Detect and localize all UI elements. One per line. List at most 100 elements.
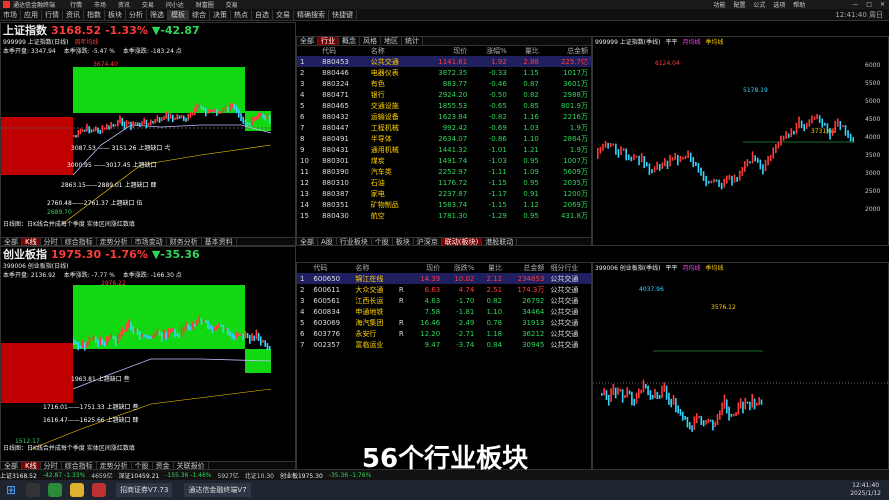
tab[interactable]: 联动(板块) (441, 238, 483, 245)
sector-row[interactable]: 12 880310 石油 1176.72 -1.15 0.95 2035万 (297, 177, 591, 188)
system-clock[interactable]: 12:41:40 2025/1/12 (850, 482, 881, 498)
tab[interactable]: K线 (22, 462, 41, 469)
toolbar-item[interactable]: 交易 (273, 9, 294, 20)
toolbar-item[interactable]: 综合 (189, 9, 210, 20)
col-pct[interactable]: 涨跌% (443, 263, 477, 273)
toolbar-item[interactable]: 精确搜索 (294, 9, 329, 20)
quarter-kline-cyb[interactable]: 4037.96 3576.12 (593, 273, 889, 463)
sector-row[interactable]: 5 880465 交通设施 1855.53 -0.65 0.85 801.9万 (297, 100, 591, 111)
col-pct[interactable]: 涨幅% (470, 46, 510, 56)
menu-item[interactable]: 行情 (70, 2, 82, 9)
sector-row[interactable]: 9 880431 通用机械 1441.32 -1.01 1.21 1.9万 (297, 144, 591, 155)
tab[interactable]: 分时 (41, 462, 62, 469)
sector-row[interactable]: 1 880453 公共交通 1141.61 1.92 2.88 225.7亿 (297, 56, 591, 67)
toolbar-item[interactable]: 指数 (84, 9, 105, 20)
folder-icon[interactable] (70, 483, 85, 497)
toolbar-item[interactable]: 快捷键 (329, 9, 357, 20)
tab-all[interactable]: 全部 (297, 37, 318, 45)
tab[interactable]: 全部 (1, 462, 22, 469)
tab[interactable]: 沪深京 (414, 238, 442, 245)
config-menu[interactable]: 选项 (773, 2, 785, 9)
col-code[interactable]: 代码 (310, 263, 352, 273)
toolbar-item[interactable]: 自选 (252, 9, 273, 20)
tab-region[interactable]: 地区 (381, 37, 402, 45)
sector-row[interactable]: 10 880301 煤炭 1491.74 -1.03 0.95 1007万 (297, 155, 591, 166)
config-menu[interactable]: 公式 (753, 2, 765, 9)
col-name[interactable]: 名称 (368, 46, 419, 56)
tab[interactable]: 港股联动 (482, 238, 518, 245)
toolbar-item[interactable]: 模板 (168, 9, 189, 20)
tab[interactable]: 个股 (132, 462, 153, 469)
stock-row[interactable]: 5 603069 海汽集团 R 16.46 -2.49 0.78 31913 公共交通 (297, 317, 591, 328)
sector-row[interactable]: 4 880471 银行 2924.20 -0.50 0.82 2988万 (297, 89, 591, 100)
sector-row[interactable]: 3 880324 有色 883.77 -0.46 0.87 3601万 (297, 78, 591, 89)
tab[interactable]: 全部 (1, 238, 22, 245)
tab[interactable]: K线 (22, 238, 41, 245)
taskbar-app[interactable]: 通达信金融终端V7 (184, 483, 251, 497)
tab[interactable]: 关联报价 (174, 462, 209, 469)
toolbar-item[interactable]: 分析 (126, 9, 147, 20)
stock-row[interactable]: 7 002357 富临运业 9.47 -3.74 0.84 30945 公共交通 (297, 339, 591, 350)
tab[interactable]: 市场变动 (132, 238, 167, 245)
menu-item[interactable]: 财富圈 (196, 2, 214, 9)
tab[interactable]: 行业板块 (337, 238, 372, 245)
browser-icon[interactable] (48, 483, 63, 497)
tab[interactable]: 板块 (393, 238, 414, 245)
tab-concept[interactable]: 概念 (339, 37, 360, 45)
tab[interactable]: 资金 (153, 462, 174, 469)
stock-row[interactable]: 2 600611 大众交通 R 6.63 4.74 2.51 174.3万 公共交通 (297, 284, 591, 295)
col-name[interactable]: 名称 (352, 263, 396, 273)
menu-item[interactable]: 问小达 (166, 2, 184, 9)
tab[interactable]: 综合指标 (62, 238, 97, 245)
toolbar-item[interactable]: 热点 (231, 9, 252, 20)
search-icon[interactable] (26, 483, 41, 497)
toolbar-item[interactable]: 筛选 (147, 9, 168, 20)
app-icon[interactable] (92, 483, 107, 497)
config-menu[interactable]: 配置 (733, 2, 745, 9)
tab-industry[interactable]: 行业 (318, 37, 339, 45)
taskbar-app[interactable]: 招商证券V7.73 (116, 483, 173, 497)
tab-stats[interactable]: 统计 (402, 37, 423, 45)
toolbar-item[interactable]: 行情 (42, 9, 63, 20)
menu-item[interactable]: 交易 (142, 2, 154, 9)
stock-row[interactable]: 4 600834 申通地铁 7.58 -1.81 1.10 34464 公共交通 (297, 306, 591, 317)
menu-item[interactable]: 市场 (94, 2, 106, 9)
maximize-icon[interactable]: □ (866, 1, 872, 8)
sector-row[interactable]: 14 880351 矿物制品 1583.74 -1.15 1.12 2069万 (297, 199, 591, 210)
toolbar-item[interactable]: 市场 (0, 9, 21, 20)
tab-style[interactable]: 风格 (360, 37, 381, 45)
sector-row[interactable]: 6 880432 运输设备 1623.84 -0.82 1.16 2216万 (297, 111, 591, 122)
col-ratio[interactable]: 量比 (477, 263, 505, 273)
tab[interactable]: 分时 (41, 238, 62, 245)
col-price[interactable]: 现价 (418, 46, 470, 56)
tab[interactable]: 财务分析 (167, 238, 202, 245)
tab[interactable]: 基本资料 (202, 238, 237, 245)
start-icon[interactable]: ⊞ (6, 483, 16, 497)
tab[interactable]: 综合指标 (62, 462, 97, 469)
stock-row[interactable]: 1 600650 锦江在线 14.39 10.02 2.12 234853 公共交通 (297, 273, 591, 284)
sector-row[interactable]: 2 880446 电器仪表 3872.35 -0.33 1.15 1017万 (297, 67, 591, 78)
config-menu[interactable]: 帮助 (793, 2, 805, 9)
tab[interactable]: 走势分析 (97, 238, 132, 245)
kline-chart-sh[interactable]: 3674.40 2689.70 3087.53 —— 3151.26 上翘缺口 … (1, 55, 296, 235)
toolbar-item[interactable]: 应用 (21, 9, 42, 20)
toolbar-item[interactable]: 资讯 (63, 9, 84, 20)
sector-row[interactable]: 7 880447 工程机械 992.42 -0.69 1.03 1.9万 (297, 122, 591, 133)
tab[interactable]: 全部 (297, 238, 318, 245)
tab[interactable]: 个股 (372, 238, 393, 245)
col-code[interactable]: 代码 (319, 46, 368, 56)
minimize-icon[interactable]: — (852, 1, 858, 8)
stock-row[interactable]: 3 600561 江西长运 R 4.63 -1.70 0.82 26792 公共交通 (297, 295, 591, 306)
tab[interactable]: A股 (318, 238, 337, 245)
menu-item[interactable]: 交易 (226, 2, 238, 9)
sector-row[interactable]: 11 880390 汽车类 2252.97 -1.11 1.09 5609万 (297, 166, 591, 177)
col-amount[interactable]: 总金额 (505, 263, 547, 273)
sector-row[interactable]: 15 880430 航空 1781.30 -1.29 0.95 431.8万 (297, 210, 591, 221)
col-ratio[interactable]: 量比 (510, 46, 542, 56)
quarter-kline-sh[interactable]: 6124.04 5178.19 3731.69 6000550050004500… (593, 47, 889, 237)
menu-item[interactable]: 资讯 (118, 2, 130, 9)
sector-row[interactable]: 8 880491 半导体 2634.07 -0.86 1.10 2864万 (297, 133, 591, 144)
close-icon[interactable]: ✕ (880, 1, 885, 8)
stock-row[interactable]: 6 603776 永安行 R 12.20 -2.71 1.18 36212 公共交通 (297, 328, 591, 339)
tab[interactable]: 走势分析 (97, 462, 132, 469)
